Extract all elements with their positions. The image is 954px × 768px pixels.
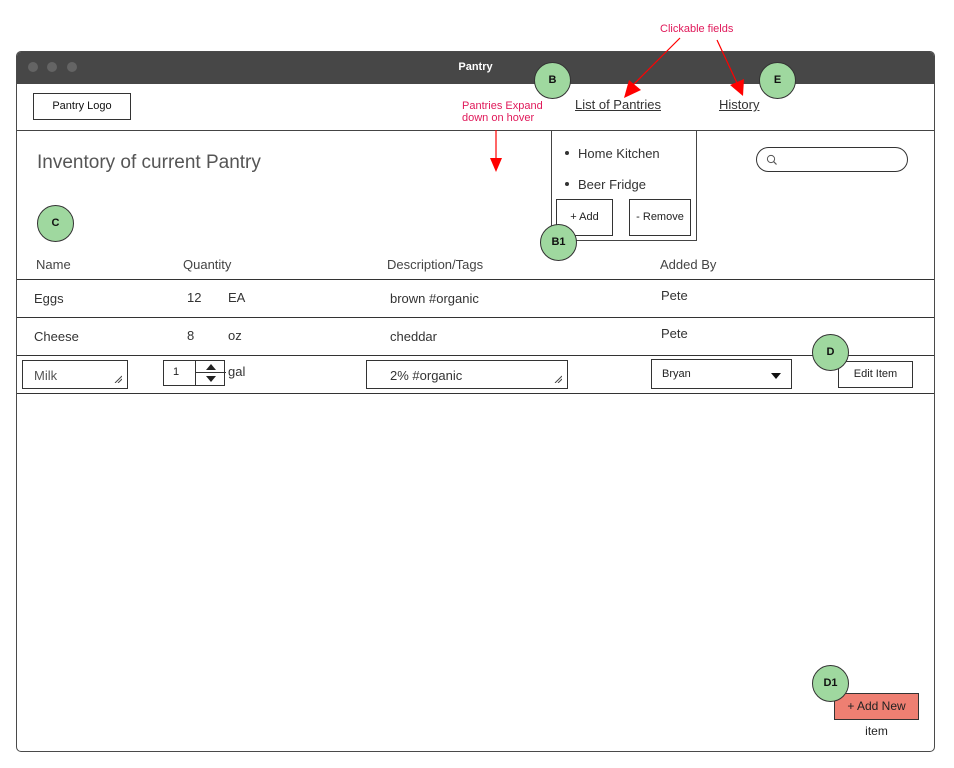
table-row: Cheese 8 oz cheddar Pete bbox=[17, 317, 934, 356]
marker-d1: D1 bbox=[812, 665, 849, 702]
title-bar: Pantry bbox=[17, 52, 934, 84]
column-header-added-by: Added By bbox=[660, 257, 717, 272]
row-added-by: Pete bbox=[661, 288, 688, 303]
row-name: Eggs bbox=[34, 291, 64, 306]
clickable-fields-annotation: Clickable fields bbox=[660, 23, 734, 35]
table-row-editing: Milk 1 gal 2% #organic Bryan Edit Item bbox=[17, 355, 934, 394]
marker-e: E bbox=[759, 62, 796, 99]
unit-label: gal bbox=[228, 364, 246, 379]
column-header-description: Description/Tags bbox=[387, 257, 484, 272]
row-quantity: 12 bbox=[187, 290, 202, 305]
row-added-by: Pete bbox=[661, 326, 688, 341]
pantries-expand-annotation-line2: down on hover bbox=[462, 112, 535, 124]
table-row: Eggs 12 EA brown #organic Pete bbox=[17, 279, 934, 318]
app-window: Pantry Pantry Logo List of Pantries Hist… bbox=[16, 51, 935, 752]
resize-handle-icon[interactable] bbox=[114, 375, 122, 383]
item-name-field[interactable]: Milk bbox=[22, 360, 128, 389]
description-field[interactable]: 2% #organic bbox=[366, 360, 568, 389]
column-header-name: Name bbox=[36, 257, 71, 272]
caret-down-icon bbox=[771, 373, 781, 379]
column-header-quantity: Quantity bbox=[183, 257, 232, 272]
remove-pantry-button[interactable]: - Remove bbox=[629, 199, 691, 236]
history-link[interactable]: History bbox=[719, 97, 759, 112]
resize-handle-icon[interactable] bbox=[554, 375, 562, 383]
window-title: Pantry bbox=[458, 61, 493, 73]
pantries-expand-annotation-line1: Pantries Expand bbox=[462, 100, 543, 112]
marker-c: C bbox=[37, 205, 74, 242]
quantity-value: 1 bbox=[173, 366, 180, 378]
search-icon bbox=[766, 154, 777, 165]
pantry-item-home-kitchen[interactable]: Home Kitchen bbox=[565, 146, 660, 161]
row-name: Cheese bbox=[34, 329, 79, 344]
row-description: cheddar bbox=[390, 329, 437, 344]
quantity-decrement-button[interactable] bbox=[196, 373, 226, 385]
page-title: Inventory of current Pantry bbox=[37, 152, 261, 173]
row-unit: oz bbox=[228, 328, 242, 343]
added-by-select[interactable]: Bryan bbox=[651, 359, 792, 389]
search-input[interactable] bbox=[756, 147, 908, 172]
row-unit: EA bbox=[228, 290, 246, 305]
marker-b1: B1 bbox=[540, 224, 577, 261]
quantity-stepper[interactable]: 1 bbox=[163, 360, 226, 386]
list-of-pantries-link[interactable]: List of Pantries bbox=[575, 97, 661, 112]
pantry-logo[interactable]: Pantry Logo bbox=[33, 93, 131, 120]
edit-item-button[interactable]: Edit Item bbox=[838, 361, 913, 388]
row-quantity: 8 bbox=[187, 328, 195, 343]
quantity-increment-button[interactable] bbox=[196, 361, 226, 373]
chevron-up-icon bbox=[206, 364, 216, 370]
add-new-item-button[interactable]: + Add New item bbox=[834, 693, 919, 738]
chevron-down-icon bbox=[206, 376, 216, 382]
pantry-item-beer-fridge[interactable]: Beer Fridge bbox=[565, 177, 646, 192]
marker-d: D bbox=[812, 334, 849, 371]
row-description: brown #organic bbox=[390, 291, 479, 306]
pantries-dropdown: Home Kitchen Beer Fridge + Add - Remove bbox=[551, 130, 697, 241]
marker-b: B bbox=[534, 62, 571, 99]
